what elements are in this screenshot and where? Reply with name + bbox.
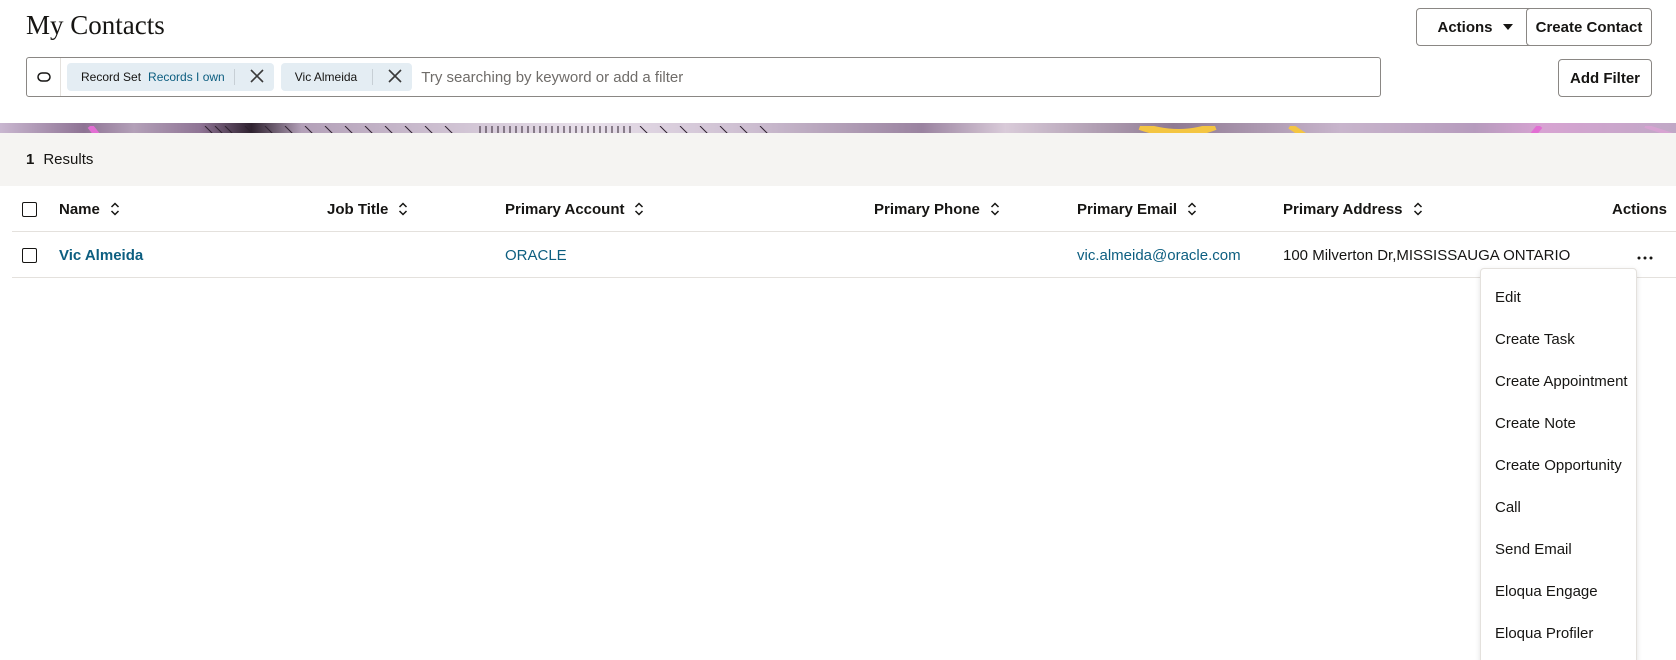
create-contact-button[interactable]: Create Contact [1526,8,1652,46]
actions-button-label: Actions [1437,18,1493,36]
close-icon[interactable] [388,68,402,86]
add-filter-button[interactable]: Add Filter [1558,59,1652,97]
menu-item-call[interactable]: Call [1481,486,1636,528]
create-contact-label: Create Contact [1535,18,1643,36]
search-input[interactable]: Try searching by keyword or add a filter [421,69,683,86]
search-icon-button[interactable] [27,58,61,96]
sort-icon[interactable] [634,202,644,216]
caret-down-icon [1502,24,1513,30]
column-header-label: Primary Account [505,200,625,218]
sort-icon[interactable] [1187,202,1197,216]
row-checkbox[interactable] [22,247,37,263]
results-summary: 1 Results [0,133,1676,186]
row-select-cell [22,232,37,278]
filter-chip-keyword[interactable]: Vic Almeida [280,63,413,91]
column-header-label: Primary Email [1077,200,1178,218]
actions-menu-button[interactable]: Actions [1416,8,1534,46]
column-header-label: Job Title [327,200,389,218]
column-header-primary-address[interactable]: Primary Address [1283,186,1423,232]
sort-icon[interactable] [398,202,408,216]
chip-divider [372,69,374,85]
search-filter-bar[interactable]: Record Set Records I own Vic Almeida Try… [26,57,1381,97]
column-header-label: Primary Address [1283,200,1403,218]
column-header-name[interactable]: Name [59,186,120,232]
cell-primary-email: vic.almeida@oracle.com [1077,232,1241,278]
menu-item-send-email[interactable]: Send Email [1481,528,1636,570]
chip-value: Records I own [148,70,225,84]
results-label: Results [43,151,94,168]
page-title: My Contacts [26,10,165,40]
chip-divider [233,69,235,85]
column-header-actions: Actions [1612,186,1667,232]
menu-item-eloqua-engage[interactable]: Eloqua Engage [1481,570,1636,612]
menu-item-eloqua-profiler[interactable]: Eloqua Profiler [1481,612,1636,654]
search-icon [36,72,51,82]
sort-icon[interactable] [990,202,1000,216]
menu-item-create-task[interactable]: Create Task [1481,318,1636,360]
row-actions-menu: Edit Create Task Create Appointment Crea… [1480,268,1637,660]
column-header-primary-account[interactable]: Primary Account [505,186,644,232]
close-icon[interactable] [250,68,264,86]
column-header-label: Name [59,200,100,218]
select-all-checkbox[interactable] [22,201,37,217]
column-header-label: Primary Phone [874,200,980,218]
sort-icon[interactable] [110,202,120,216]
table-header-row: Name Job Title Primary Account Primary P… [12,186,1676,232]
menu-item-edit[interactable]: Edit [1481,276,1636,318]
column-header-job-title[interactable]: Job Title [327,186,408,232]
sort-icon[interactable] [1413,202,1423,216]
table-row[interactable]: Vic Almeida ORACLE vic.almeida@oracle.co… [12,232,1676,278]
add-filter-label: Add Filter [1570,69,1640,87]
cell-primary-account: ORACLE [505,232,567,278]
menu-item-create-opportunity[interactable]: Create Opportunity [1481,444,1636,486]
cell-name: Vic Almeida [59,232,143,278]
address-value: 100 Milverton Dr,MISSISSAUGA ONTARIO … [1283,246,1573,264]
row-actions-cell [1637,232,1653,278]
menu-item-create-note[interactable]: Create Note [1481,402,1636,444]
column-header-primary-email[interactable]: Primary Email [1077,186,1197,232]
decorative-banner [0,123,1676,133]
contact-name-link[interactable]: Vic Almeida [59,247,143,264]
account-link[interactable]: ORACLE [505,247,567,264]
chip-label: Record Set [81,70,142,84]
results-count: 1 [26,151,35,168]
contacts-table: Name Job Title Primary Account Primary P… [12,186,1676,278]
menu-item-create-appointment[interactable]: Create Appointment [1481,360,1636,402]
select-all-cell [22,186,37,232]
email-link[interactable]: vic.almeida@oracle.com [1077,247,1241,264]
chip-label: Vic Almeida [294,70,358,84]
filter-chip-record-set[interactable]: Record Set Records I own [67,63,274,91]
column-header-label: Actions [1612,200,1668,218]
more-icon[interactable] [1637,247,1653,264]
column-header-primary-phone[interactable]: Primary Phone [874,186,1000,232]
banner-pattern [87,123,1674,133]
